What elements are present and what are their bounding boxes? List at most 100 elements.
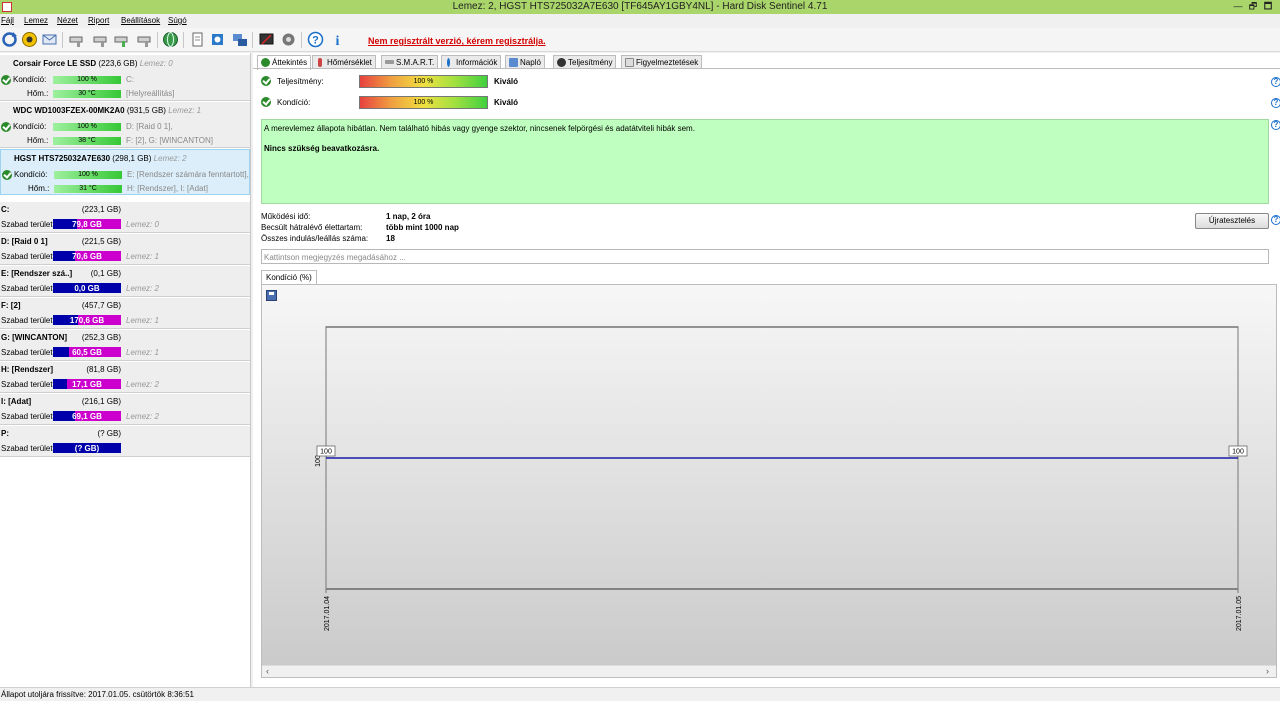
menu-disk[interactable]: Lemez bbox=[24, 16, 48, 25]
terminal-icon[interactable] bbox=[258, 31, 275, 48]
warning-icon[interactable] bbox=[21, 31, 38, 48]
tab-divider bbox=[253, 68, 1280, 69]
ok-icon bbox=[1, 75, 11, 85]
data-label: 100 bbox=[320, 449, 332, 456]
volume-item[interactable]: F: [2] (457,7 GB) Szabad terület 170,6 GB Le… bbox=[0, 298, 250, 329]
toolbar: ? i Nem regisztrált verzió, kérem regisz… bbox=[0, 28, 1280, 52]
volume-name: I: [Adat] bbox=[1, 397, 32, 406]
help-icon[interactable]: ? bbox=[1271, 120, 1280, 130]
help-icon[interactable]: ? bbox=[1271, 98, 1280, 108]
info-icon bbox=[447, 58, 450, 67]
disk-check-icon[interactable] bbox=[136, 31, 153, 48]
settings-icon[interactable] bbox=[280, 31, 297, 48]
tab-alerts[interactable]: Figyelmeztetések bbox=[621, 55, 703, 69]
help-icon[interactable]: ? bbox=[1271, 215, 1280, 225]
menu-settings[interactable]: Beállítások bbox=[121, 16, 160, 25]
tab-performance[interactable]: Teljesítmény bbox=[553, 55, 617, 69]
menu-bar: Fájl Lemez Nézet Riport Beállítások Súgó bbox=[0, 14, 1280, 28]
help-icon[interactable]: ? bbox=[1271, 77, 1280, 87]
toolbar-separator bbox=[252, 32, 253, 48]
disk-item[interactable]: Corsair Force LE SSD (223,6 GB) Lemez: 0… bbox=[0, 55, 250, 101]
volume-size: (457,7 GB) bbox=[81, 301, 121, 310]
ok-icon bbox=[261, 58, 270, 67]
sync-icon[interactable] bbox=[209, 31, 226, 48]
maximize-button[interactable]: 🗖 bbox=[1255, 0, 1280, 14]
menu-report[interactable]: Riport bbox=[88, 16, 109, 25]
tab-condition-chart[interactable]: Kondíció (%) bbox=[261, 270, 317, 285]
tab-label: Napló bbox=[520, 58, 541, 67]
performance-rating: Kiváló bbox=[494, 77, 519, 86]
condition-bar: 100 % bbox=[54, 171, 122, 179]
free-space-bar: 170,6 GB bbox=[53, 315, 121, 325]
performance-label: Teljesítmény: bbox=[277, 77, 324, 86]
disk-name: HGST HTS725032A7E630 (298,1 GB) Lemez: 2 bbox=[14, 154, 187, 163]
condition-bar: 100 % bbox=[359, 96, 488, 109]
health-status-box: A merevlemez állapota hibátlan. Nem talá… bbox=[261, 119, 1269, 204]
health-status-text: A merevlemez állapota hibátlan. Nem talá… bbox=[264, 124, 695, 133]
info-icon[interactable]: i bbox=[329, 31, 346, 49]
volume-size: (81,8 GB) bbox=[86, 365, 121, 374]
condition-label: Kondíció: bbox=[14, 170, 48, 179]
disk-model: HGST HTS725032A7E630 bbox=[14, 154, 111, 163]
scroll-left-icon[interactable]: ‹ bbox=[266, 666, 269, 676]
register-link[interactable]: Nem regisztrált verzió, kérem regisztrál… bbox=[368, 36, 546, 46]
volume-item[interactable]: E: [Rendszer szá..] (0,1 GB) Szabad terüle… bbox=[0, 266, 250, 297]
partition-list: D: [Raid 0 1], bbox=[126, 122, 173, 131]
condition-bar: 100 % bbox=[53, 76, 121, 84]
scroll-right-icon[interactable]: › bbox=[1266, 666, 1269, 676]
help-icon[interactable]: ? bbox=[307, 31, 324, 48]
tab-information[interactable]: Információk bbox=[441, 55, 502, 69]
globe-icon[interactable] bbox=[162, 31, 179, 48]
free-space-bar: (? GB) bbox=[53, 443, 121, 453]
horizontal-scrollbar[interactable]: ‹ › bbox=[262, 665, 1276, 677]
volume-disk-index: Lemez: 1 bbox=[126, 348, 159, 357]
mail-icon[interactable] bbox=[41, 31, 58, 48]
ok-icon bbox=[2, 170, 12, 180]
disk-surface-icon[interactable] bbox=[113, 31, 130, 48]
disk-item-selected[interactable]: HGST HTS725032A7E630 (298,1 GB) Lemez: 2… bbox=[0, 149, 250, 195]
volume-item[interactable]: C: (223,1 GB) Szabad terület 79,8 GB Lemez: … bbox=[0, 202, 250, 233]
tab-label: Teljesítmény bbox=[568, 58, 613, 67]
menu-file[interactable]: Fájl bbox=[1, 16, 14, 25]
tab-smart[interactable]: S.M.A.R.T. bbox=[381, 55, 439, 69]
network-icon[interactable] bbox=[231, 31, 248, 48]
thermometer-icon bbox=[318, 58, 322, 67]
toolbar-separator bbox=[301, 32, 302, 48]
partition-list: E: [Rendszer számára fenntartott], bbox=[127, 170, 249, 179]
menu-help[interactable]: Súgó bbox=[168, 16, 187, 25]
volume-item[interactable]: H: [Rendszer] (81,8 GB) Szabad terület 17,1… bbox=[0, 362, 250, 393]
refresh-icon[interactable] bbox=[1, 31, 18, 48]
comment-field[interactable]: Kattintson megjegyzés megadásához ... bbox=[261, 249, 1269, 264]
action-text: Nincs szükség beavatkozásra. bbox=[264, 144, 380, 153]
free-space-value: 79,8 GB bbox=[72, 220, 102, 229]
disk-item[interactable]: WDC WD1003FZEX-00MK2A0 (931,5 GB) Lemez:… bbox=[0, 102, 250, 148]
info-icon-glyph: i bbox=[336, 34, 340, 48]
save-icon[interactable] bbox=[266, 290, 277, 301]
tab-label: Figyelmeztetések bbox=[636, 58, 699, 67]
lifetime-label: Becsült hátralévő élettartam: bbox=[261, 223, 363, 232]
retest-button[interactable]: Újratesztelés bbox=[1195, 213, 1269, 229]
partition-list: [Helyreállítás] bbox=[126, 89, 175, 98]
partition-list: C: bbox=[126, 75, 134, 84]
report-icon[interactable] bbox=[189, 31, 206, 48]
disk-tool-icon[interactable] bbox=[68, 31, 85, 48]
volume-item[interactable]: G: [WINCANTON] (252,3 GB) Szabad terület 60… bbox=[0, 330, 250, 361]
title-bar: Lemez: 2, HGST HTS725032A7E630 [TF645AY1… bbox=[0, 0, 1280, 14]
disk-name: WDC WD1003FZEX-00MK2A0 (931,5 GB) Lemez:… bbox=[13, 106, 201, 115]
tab-temperature[interactable]: Hőmérséklet bbox=[312, 55, 376, 69]
condition-label: Kondíció: bbox=[277, 98, 311, 107]
gauge-icon bbox=[557, 58, 566, 67]
volume-item[interactable]: D: [Raid 0 1] (221,5 GB) Szabad terület 70,… bbox=[0, 234, 250, 265]
menu-view[interactable]: Nézet bbox=[57, 16, 78, 25]
volume-size: (216,1 GB) bbox=[81, 397, 121, 406]
disk-test-icon[interactable] bbox=[92, 31, 109, 48]
main-panel: Áttekintés Hőmérséklet S.M.A.R.T. Inform… bbox=[253, 53, 1280, 687]
tab-label: S.M.A.R.T. bbox=[396, 58, 435, 67]
volume-item[interactable]: P: (? GB) Szabad terület (? GB) bbox=[0, 426, 250, 457]
partition-list: H: [Rendszer], I: [Adat] bbox=[127, 184, 208, 193]
tab-log[interactable]: Napló bbox=[505, 55, 545, 69]
disk-name: Corsair Force LE SSD (223,6 GB) Lemez: 0 bbox=[13, 59, 173, 68]
volume-name: G: [WINCANTON] bbox=[1, 333, 68, 342]
volume-item[interactable]: I: [Adat] (216,1 GB) Szabad terület 69,1 GB… bbox=[0, 394, 250, 425]
volume-disk-index: Lemez: 2 bbox=[126, 412, 159, 421]
